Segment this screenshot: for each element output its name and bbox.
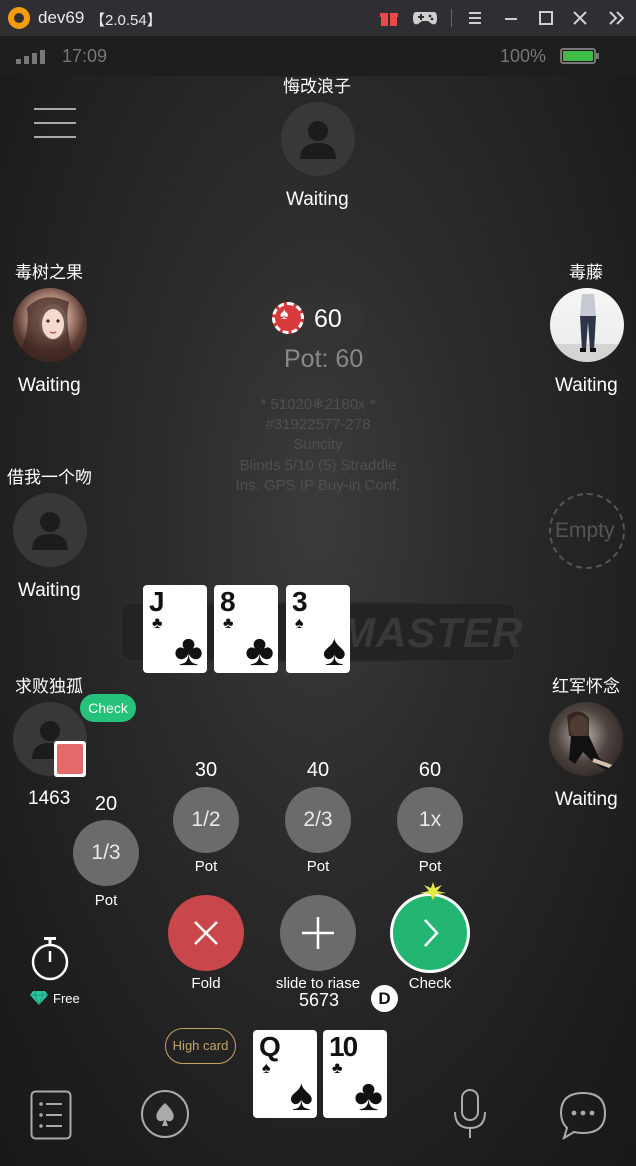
seat-left-middle-status: Waiting: [18, 580, 81, 601]
seat-right-upper-name: 毒藤: [569, 263, 603, 282]
card-back-icon: [54, 741, 86, 777]
hamburger-menu-icon[interactable]: [34, 108, 76, 140]
seat-left-upper-status: Waiting: [18, 375, 81, 396]
bet-preset-two-thirds-pot[interactable]: 2/3: [285, 787, 351, 853]
card-rank: J: [149, 586, 165, 617]
seat-right-upper-avatar[interactable]: [550, 288, 624, 362]
card-rank: 10: [329, 1031, 358, 1062]
stopwatch-icon[interactable]: [30, 936, 70, 982]
pot-total: Pot: 60: [284, 345, 364, 373]
fold-button[interactable]: [168, 895, 244, 971]
seat-left-middle-avatar[interactable]: [13, 493, 87, 567]
preset-amount: 60: [418, 759, 442, 781]
table-id: * 51020❄2180x *: [260, 396, 376, 413]
preset-sub-label: Pot: [194, 858, 218, 875]
fold-label: Fold: [191, 975, 221, 992]
battery-icon: [560, 48, 599, 64]
card-suit-large: ♠: [289, 1071, 313, 1120]
hand-rank-badge: High card: [165, 1028, 236, 1064]
board-card: 8 ♣ ♣: [214, 585, 278, 673]
signal-icon: [16, 50, 45, 64]
emulator-titlebar: dev69 【2.0.54】: [0, 0, 636, 36]
card-suit: ♣: [332, 1060, 343, 1077]
preset-sub-label: Pot: [94, 892, 118, 909]
seat-left-upper-name: 毒树之果: [15, 263, 83, 282]
player-stack: 1463: [28, 788, 71, 809]
hand-id: #31922577-278: [265, 416, 371, 433]
card-suit: ♣: [152, 615, 163, 632]
battery-percent: 100%: [500, 46, 547, 66]
diamond-icon: [30, 991, 48, 1005]
board-card: 3 ♠ ♠: [286, 585, 350, 673]
card-rank: 3: [292, 586, 308, 617]
menu-icon[interactable]: [464, 8, 486, 28]
app-name: dev69: [38, 8, 85, 27]
gift-icon[interactable]: [378, 8, 400, 28]
preset-amount: 20: [94, 793, 118, 815]
card-suit-large: ♠: [322, 626, 346, 675]
history-list-icon[interactable]: [30, 1090, 72, 1140]
board-card: J ♣ ♣: [143, 585, 207, 673]
seat-left-middle-name: 借我一个吻: [7, 468, 92, 487]
preset-sub-label: Pot: [418, 858, 442, 875]
seat-right-upper-status: Waiting: [555, 375, 618, 396]
spade-icon[interactable]: [140, 1089, 190, 1139]
status-bar: 17:09 100%: [0, 36, 636, 76]
seat-left-lower-name: 求败独孤: [15, 677, 83, 696]
dealer-button: D: [371, 985, 398, 1012]
chat-icon[interactable]: [558, 1090, 608, 1140]
player-action-badge: Check: [80, 694, 136, 722]
seat-top-name: 悔改浪子: [283, 77, 351, 96]
preset-amount: 40: [306, 759, 330, 781]
card-suit-large: ♣: [354, 1071, 383, 1120]
gamepad-icon[interactable]: [412, 8, 438, 28]
minimize-icon[interactable]: [500, 8, 522, 28]
club-name: Suncity: [293, 436, 343, 453]
card-suit: ♠: [262, 1060, 271, 1077]
table-settings: Ins. GPS IP Buy-in Conf.: [235, 477, 401, 494]
poker-chip-icon: [272, 302, 304, 334]
pot-chip-amount: 60: [314, 305, 342, 333]
close-icon[interactable]: [569, 8, 591, 28]
bet-preset-third-pot[interactable]: 1/3: [73, 820, 139, 886]
bet-preset-full-pot[interactable]: 1x: [397, 787, 463, 853]
preset-sub-label: Pot: [306, 858, 330, 875]
seat-left-upper-avatar[interactable]: [13, 288, 87, 362]
titlebar-divider: [451, 9, 452, 27]
seat-top-avatar[interactable]: [281, 102, 355, 176]
table-logo-text: MASTER: [340, 609, 524, 656]
seat-top-status: Waiting: [286, 189, 349, 210]
plus-icon: [302, 917, 334, 949]
bet-preset-half-pot[interactable]: 1/2: [173, 787, 239, 853]
card-suit: ♣: [223, 615, 234, 632]
seat-right-lower-name: 红军怀念: [552, 677, 620, 696]
highlight-spark-icon: [420, 882, 446, 900]
microphone-icon[interactable]: [452, 1088, 488, 1140]
app-logo-icon: [8, 7, 30, 29]
card-suit-large: ♣: [174, 626, 203, 675]
check-button[interactable]: [390, 893, 470, 973]
close-icon: [194, 921, 218, 945]
chevron-right-icon: [424, 919, 439, 947]
hole-card: Q ♠ ♠: [253, 1030, 317, 1118]
free-label: Free: [53, 991, 80, 1006]
status-time: 17:09: [62, 46, 108, 66]
app-version: 【2.0.54】: [90, 12, 162, 29]
raise-amount: 5673: [298, 990, 340, 1010]
blinds-info: Blinds 5/10 (5) Straddle: [239, 457, 397, 474]
preset-amount: 30: [194, 759, 218, 781]
card-suit-large: ♣: [245, 626, 274, 675]
card-suit: ♠: [295, 615, 304, 632]
seat-right-lower-status: Waiting: [555, 789, 618, 810]
card-rank: 8: [220, 586, 236, 617]
card-rank: Q: [259, 1031, 281, 1062]
hole-card: 10 ♣ ♣: [323, 1030, 387, 1118]
empty-seat-label[interactable]: Empty: [555, 519, 615, 543]
raise-slider-button[interactable]: [280, 895, 356, 971]
expand-icon[interactable]: [606, 8, 628, 28]
maximize-icon[interactable]: [535, 8, 557, 28]
seat-right-lower-avatar[interactable]: [549, 702, 623, 776]
